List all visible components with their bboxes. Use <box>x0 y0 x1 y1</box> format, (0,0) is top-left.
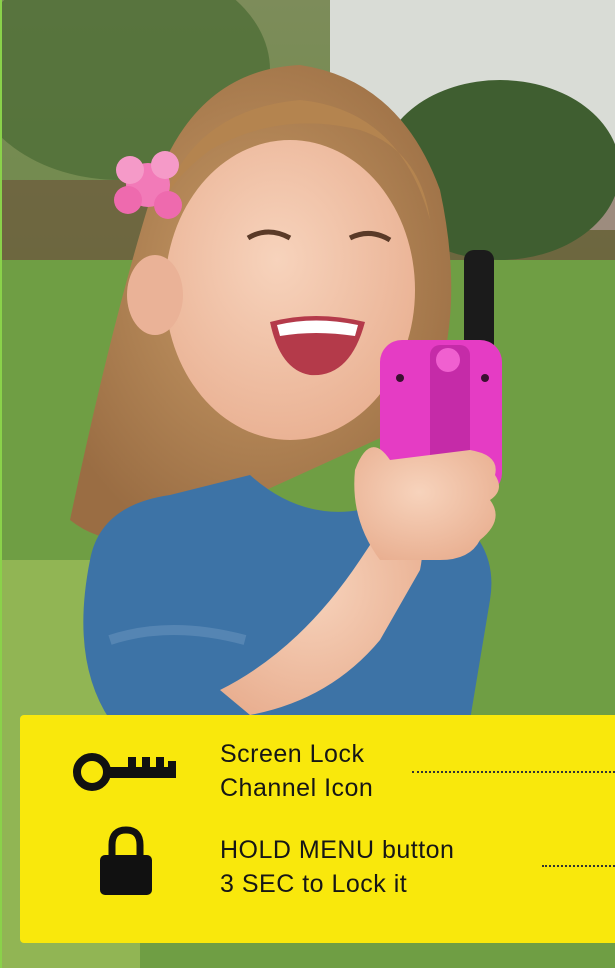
channel-icon-label: Channel Icon <box>220 774 374 802</box>
dotted-leader <box>542 865 615 867</box>
padlock-icon <box>100 826 152 895</box>
info-panel: Screen Lock Channel Icon HOLD MENU butto… <box>20 715 615 943</box>
screen-lock-text: Screen Lock Channel Icon <box>220 737 373 805</box>
dotted-leader <box>412 771 615 773</box>
edge-strip <box>0 0 2 968</box>
lock-instruction-row: HOLD MENU button 3 SEC to Lock it <box>20 825 615 915</box>
screen-lock-row: Screen Lock Channel Icon <box>20 737 615 817</box>
lock-duration-label: 3 SEC to Lock it <box>220 870 408 898</box>
face <box>165 140 415 440</box>
hold-menu-label: HOLD MENU button <box>220 836 455 864</box>
key-icon <box>73 753 176 791</box>
hand <box>354 447 499 560</box>
screen-lock-label: Screen Lock <box>220 740 365 768</box>
lock-instruction-text: HOLD MENU button 3 SEC to Lock it <box>220 833 454 901</box>
ear <box>127 255 183 335</box>
